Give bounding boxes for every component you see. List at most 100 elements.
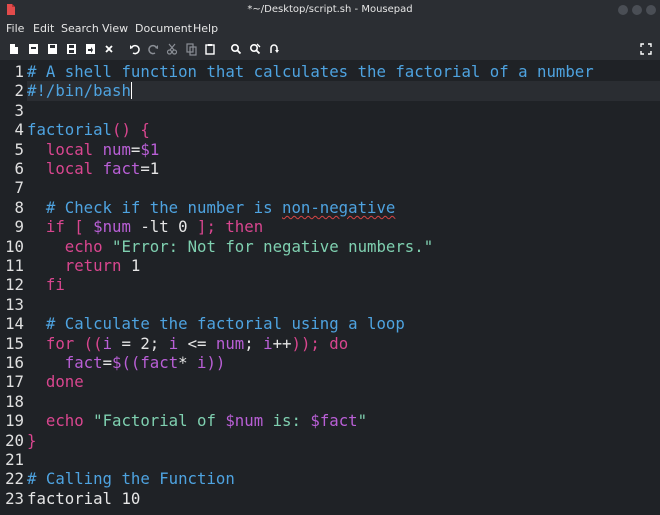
code-line[interactable]: for ((i = 2; i <= num; i++)); do bbox=[27, 334, 348, 353]
line-number: 14 bbox=[5, 314, 24, 334]
undo-icon[interactable] bbox=[127, 41, 143, 57]
code-token: for (( bbox=[45, 333, 103, 353]
code-line[interactable]: done bbox=[27, 372, 84, 391]
line-number: 8 bbox=[14, 197, 24, 217]
menu-search[interactable]: Search bbox=[61, 20, 99, 38]
code-token: 1 bbox=[121, 256, 141, 275]
menu-edit[interactable]: Edit bbox=[33, 20, 54, 38]
code-line[interactable]: } bbox=[27, 431, 36, 450]
code-token: echo bbox=[64, 236, 103, 256]
copy-icon[interactable] bbox=[183, 41, 199, 57]
code-line[interactable]: return 1 bbox=[27, 256, 141, 275]
code-line[interactable]: fact=$((fact* i)) bbox=[27, 353, 226, 372]
code-line[interactable]: fi bbox=[27, 275, 65, 294]
code-line[interactable]: echo "Factorial of $num is: $fact" bbox=[27, 411, 367, 430]
paste-icon[interactable] bbox=[202, 41, 218, 57]
text-editor-area[interactable]: 1 2 3 4 5 6 7 8 9 10 11 12 13 14 15 16 17 18 19 20 21 22 23 # … bbox=[0, 60, 660, 515]
line-number: 10 bbox=[5, 236, 24, 256]
mousepad-window: *~/Desktop/script.sh - Mousepad File Edi… bbox=[0, 0, 660, 515]
code-token: i bbox=[168, 333, 179, 353]
code-token: { bbox=[140, 120, 150, 140]
find-replace-icon[interactable] bbox=[247, 41, 263, 57]
code-token: -lt 0 bbox=[130, 217, 198, 237]
code-token: fact bbox=[102, 159, 141, 178]
code-line[interactable]: # Calculate the factorial using a loop bbox=[27, 314, 405, 333]
open-icon[interactable] bbox=[44, 41, 60, 57]
code-token: $(( bbox=[112, 353, 141, 372]
code-token: )); do bbox=[291, 333, 349, 353]
code-token: return bbox=[64, 256, 122, 275]
menu-view[interactable]: View bbox=[102, 20, 128, 38]
menu-file[interactable]: File bbox=[6, 20, 24, 38]
window-title: *~/Desktop/script.sh - Mousepad bbox=[247, 4, 413, 15]
code-line[interactable]: # Check if the number is non-negative bbox=[27, 198, 395, 217]
code-line[interactable]: factorial 10 bbox=[27, 489, 140, 508]
fullscreen-icon[interactable] bbox=[638, 41, 654, 57]
line-number: 20 bbox=[5, 430, 24, 450]
line-number: 23 bbox=[5, 488, 24, 508]
close-icon[interactable] bbox=[101, 41, 117, 57]
line-number-gutter: 1 2 3 4 5 6 7 8 9 10 11 12 13 14 15 16 17 18 19 20 21 22 23 bbox=[0, 60, 24, 515]
code-token: factorial 10 bbox=[27, 488, 141, 508]
toolbar bbox=[0, 38, 660, 60]
code-token: * bbox=[178, 353, 198, 372]
code-line[interactable]: #!/bin/bash bbox=[27, 81, 131, 100]
cut-icon[interactable] bbox=[164, 41, 180, 57]
code-line[interactable]: echo "Error: Not for negative numbers." bbox=[27, 237, 433, 256]
code-line[interactable]: local num=$1 bbox=[27, 140, 159, 159]
code-token: is: bbox=[263, 411, 311, 431]
code-line[interactable]: local fact=1 bbox=[27, 159, 159, 178]
line-number: 15 bbox=[5, 333, 24, 353]
save-as-icon[interactable] bbox=[82, 41, 98, 57]
text-caret bbox=[130, 82, 132, 100]
line-number: 5 bbox=[14, 139, 24, 159]
code-token: # Check if the number is bbox=[45, 197, 283, 217]
code-token: fact bbox=[64, 353, 103, 372]
code-line[interactable]: # A shell function that calculates the f… bbox=[27, 62, 594, 81]
redo-icon[interactable] bbox=[145, 41, 161, 57]
code-token: if [ bbox=[45, 217, 94, 237]
code-token: )) bbox=[206, 353, 226, 372]
code-line[interactable]: # Calling the Function bbox=[27, 469, 235, 488]
code-line[interactable]: factorial() { bbox=[27, 120, 150, 139]
code-token: ; bbox=[244, 333, 264, 353]
line-number: 19 bbox=[5, 411, 24, 431]
line-number: 11 bbox=[5, 256, 24, 275]
line-number: 2 bbox=[14, 81, 24, 101]
code-line[interactable]: if [ $num -lt 0 ]; then bbox=[27, 217, 263, 236]
maximize-button[interactable] bbox=[632, 5, 642, 15]
code-token: #!/bin/bash bbox=[27, 81, 131, 101]
close-window-button[interactable] bbox=[646, 5, 656, 15]
code-token: fact bbox=[140, 353, 179, 372]
menu-document[interactable]: Document bbox=[135, 20, 192, 38]
go-to-line-icon[interactable] bbox=[266, 41, 282, 57]
line-number: 13 bbox=[5, 294, 24, 314]
code-token: local bbox=[45, 159, 94, 178]
line-number: 6 bbox=[14, 159, 24, 178]
code-token: ++ bbox=[272, 333, 292, 353]
line-number: 9 bbox=[14, 217, 24, 237]
title-bar: *~/Desktop/script.sh - Mousepad bbox=[0, 0, 660, 20]
code-token: () bbox=[112, 120, 131, 140]
code-token: " bbox=[357, 411, 368, 431]
new-document-icon[interactable] bbox=[6, 41, 22, 57]
new-window-icon[interactable] bbox=[25, 41, 41, 57]
find-icon[interactable] bbox=[228, 41, 244, 57]
menu-help[interactable]: Help bbox=[193, 20, 218, 38]
code-token: "Factorial of bbox=[93, 411, 226, 431]
minimize-button[interactable] bbox=[618, 5, 628, 15]
code-token: =1 bbox=[140, 159, 160, 178]
code-token: "Error: Not for negative numbers." bbox=[112, 236, 434, 256]
save-icon[interactable] bbox=[63, 41, 79, 57]
